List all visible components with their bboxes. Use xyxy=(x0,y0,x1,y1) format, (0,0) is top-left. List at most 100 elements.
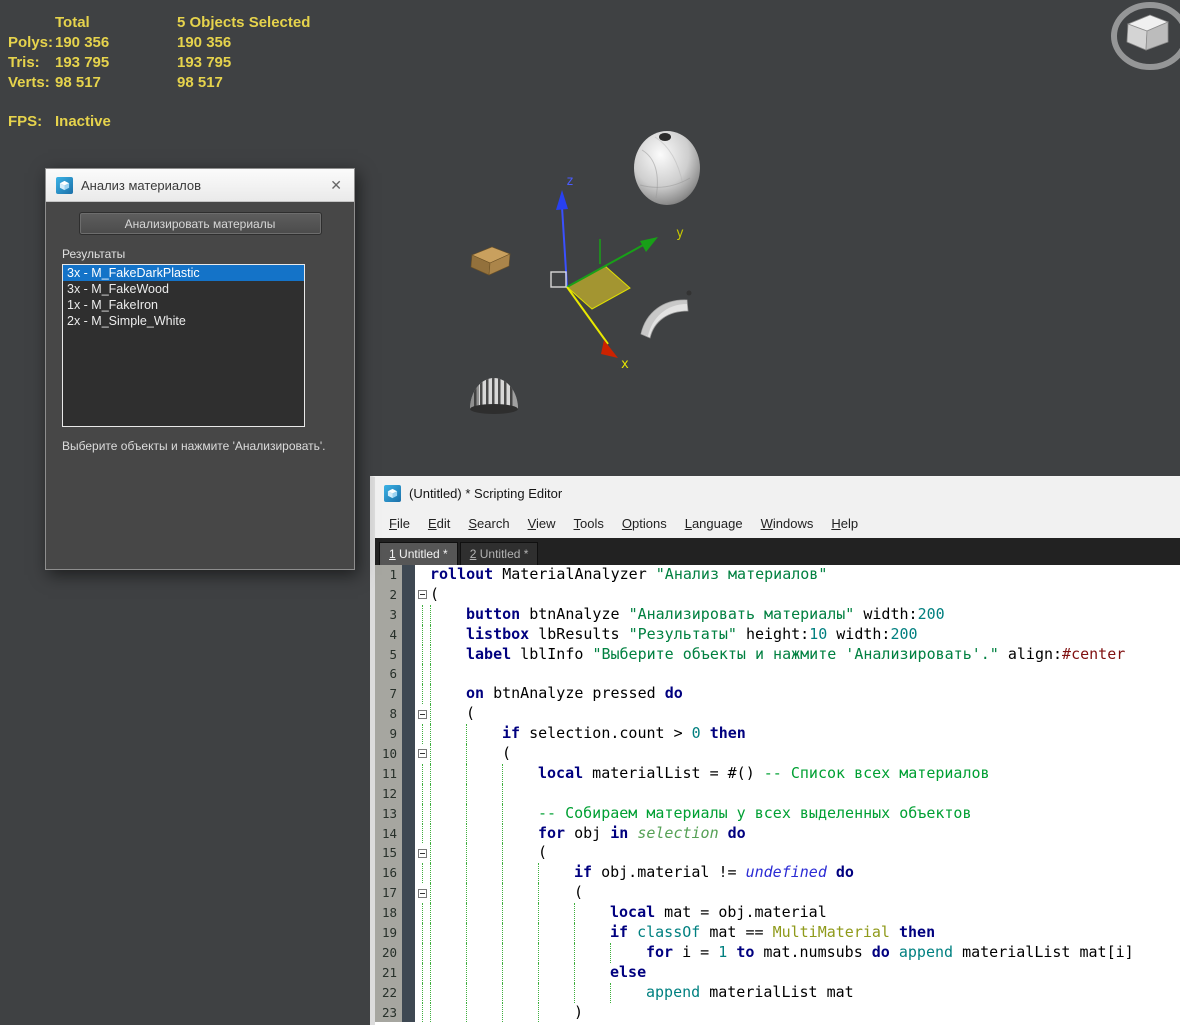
fold-margin[interactable] xyxy=(415,704,430,724)
menu-file[interactable]: File xyxy=(380,516,419,531)
fold-margin[interactable] xyxy=(415,1003,430,1023)
code-line[interactable]: 23) xyxy=(375,1003,1180,1023)
fold-margin[interactable] xyxy=(415,883,430,903)
menu-language[interactable]: Language xyxy=(676,516,752,531)
fold-margin[interactable] xyxy=(415,664,430,684)
marker-margin xyxy=(402,704,415,724)
list-item[interactable]: 3x - M_FakeWood xyxy=(63,281,304,297)
menu-edit[interactable]: Edit xyxy=(419,516,459,531)
list-item[interactable]: 1x - M_FakeIron xyxy=(63,297,304,313)
code-line[interactable]: 4listbox lbResults "Результаты" height:1… xyxy=(375,625,1180,645)
indent-guide xyxy=(466,963,502,983)
fold-margin[interactable] xyxy=(415,565,430,585)
dialog-titlebar[interactable]: Анализ материалов ✕ xyxy=(46,169,354,202)
fold-collapse-icon[interactable] xyxy=(418,749,427,758)
menu-search[interactable]: Search xyxy=(459,516,518,531)
fold-margin[interactable] xyxy=(415,963,430,983)
fold-margin[interactable] xyxy=(415,983,430,1003)
code-line[interactable]: 17( xyxy=(375,883,1180,903)
menu-view[interactable]: View xyxy=(519,516,565,531)
code-token: MaterialAnalyzer xyxy=(493,565,656,585)
fold-guide-line xyxy=(422,1003,423,1023)
code-token: "Анализ материалов" xyxy=(656,565,828,585)
fold-margin[interactable] xyxy=(415,824,430,844)
marker-margin xyxy=(402,684,415,704)
fold-collapse-icon[interactable] xyxy=(418,590,427,599)
fold-collapse-icon[interactable] xyxy=(418,849,427,858)
code-line[interactable]: 16if obj.material != undefined do xyxy=(375,863,1180,883)
code-line[interactable]: 22append materialList mat xyxy=(375,983,1180,1003)
indent-guide xyxy=(466,744,502,764)
fold-margin[interactable] xyxy=(415,903,430,923)
fold-margin[interactable] xyxy=(415,605,430,625)
editor-titlebar[interactable]: (Untitled) * Scripting Editor xyxy=(375,477,1180,509)
code-token xyxy=(890,923,899,943)
code-line[interactable]: 18local mat = obj.material xyxy=(375,903,1180,923)
code-line[interactable]: 10( xyxy=(375,744,1180,764)
menu-windows[interactable]: Windows xyxy=(752,516,823,531)
fold-margin[interactable] xyxy=(415,645,430,665)
code-line[interactable]: 11local materialList = #() -- Список все… xyxy=(375,764,1180,784)
marker-margin xyxy=(402,883,415,903)
fold-collapse-icon[interactable] xyxy=(418,889,427,898)
fold-margin[interactable] xyxy=(415,784,430,804)
code-token xyxy=(827,863,836,883)
fold-margin[interactable] xyxy=(415,943,430,963)
editor-tab-2[interactable]: 2 Untitled * xyxy=(460,542,539,565)
wood-box-object[interactable] xyxy=(471,247,510,275)
code-token xyxy=(719,824,728,844)
code-line[interactable]: 14for obj in selection do xyxy=(375,824,1180,844)
fold-margin[interactable] xyxy=(415,724,430,744)
code-line[interactable]: 9if selection.count > 0 then xyxy=(375,724,1180,744)
code-line[interactable]: 3button btnAnalyze "Анализировать матери… xyxy=(375,605,1180,625)
code-editor[interactable]: 1rollout MaterialAnalyzer "Анализ матери… xyxy=(375,565,1180,1025)
line-number: 11 xyxy=(375,764,402,784)
fold-margin[interactable] xyxy=(415,863,430,883)
code-text: if selection.count > 0 then xyxy=(430,724,1180,744)
code-line[interactable]: 15( xyxy=(375,843,1180,863)
fold-margin[interactable] xyxy=(415,764,430,784)
fold-margin[interactable] xyxy=(415,684,430,704)
curved-ribbon-object[interactable] xyxy=(641,291,692,339)
code-line[interactable]: 2( xyxy=(375,585,1180,605)
fold-margin[interactable] xyxy=(415,804,430,824)
gizmo-plane-handle[interactable] xyxy=(567,266,630,309)
code-line[interactable]: 6 xyxy=(375,664,1180,684)
fold-margin[interactable] xyxy=(415,843,430,863)
viewcube[interactable] xyxy=(1098,2,1180,74)
list-item[interactable]: 2x - M_Simple_White xyxy=(63,313,304,329)
code-line[interactable]: 21else xyxy=(375,963,1180,983)
fold-margin[interactable] xyxy=(415,625,430,645)
striped-dome-object[interactable] xyxy=(470,376,518,414)
code-token xyxy=(628,824,637,844)
code-line[interactable]: 20for i = 1 to mat.numsubs do append mat… xyxy=(375,943,1180,963)
code-line[interactable]: 5label lblInfo "Выберите объекты и нажми… xyxy=(375,645,1180,665)
code-line[interactable]: 13-- Собираем материалы у всех выделенны… xyxy=(375,804,1180,824)
fold-margin[interactable] xyxy=(415,923,430,943)
line-number: 18 xyxy=(375,903,402,923)
list-item[interactable]: 3x - M_FakeDarkPlastic xyxy=(63,265,304,281)
line-number: 2 xyxy=(375,585,402,605)
code-token: btnAnalyze xyxy=(520,605,628,625)
indent-guide xyxy=(538,1003,574,1023)
menu-tools[interactable]: Tools xyxy=(565,516,613,531)
code-token: 1 xyxy=(718,943,727,963)
code-text: label lblInfo "Выберите объекты и нажмит… xyxy=(430,645,1180,665)
indent-guide xyxy=(502,983,538,1003)
editor-tab-1[interactable]: 1 Untitled * xyxy=(379,542,458,565)
results-listbox[interactable]: 3x - M_FakeDarkPlastic3x - M_FakeWood1x … xyxy=(62,264,305,427)
code-line[interactable]: 19if classOf mat == MultiMaterial then xyxy=(375,923,1180,943)
close-icon[interactable]: ✕ xyxy=(328,177,344,194)
fold-margin[interactable] xyxy=(415,585,430,605)
fold-margin[interactable] xyxy=(415,744,430,764)
marker-margin xyxy=(402,863,415,883)
menu-options[interactable]: Options xyxy=(613,516,676,531)
code-line[interactable]: 12 xyxy=(375,784,1180,804)
code-line[interactable]: 7on btnAnalyze pressed do xyxy=(375,684,1180,704)
code-line[interactable]: 1rollout MaterialAnalyzer "Анализ матери… xyxy=(375,565,1180,585)
code-line[interactable]: 8( xyxy=(375,704,1180,724)
analyze-materials-button[interactable]: Анализировать материалы xyxy=(79,212,322,235)
menu-help[interactable]: Help xyxy=(822,516,867,531)
fold-collapse-icon[interactable] xyxy=(418,710,427,719)
dome-object[interactable] xyxy=(634,131,700,205)
